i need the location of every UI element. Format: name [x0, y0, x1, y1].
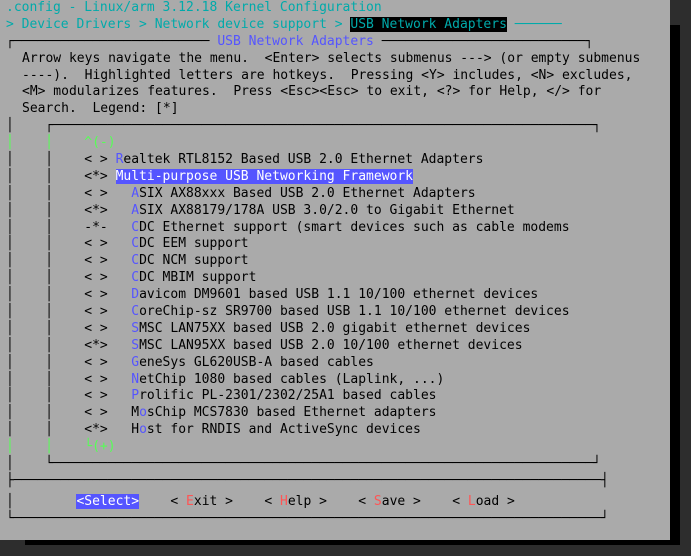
scroll-up-indicator[interactable]: │ │ ^(-): [6, 135, 664, 152]
save-button[interactable]: < Save >: [358, 494, 421, 509]
dialog-title: USB Network Adapters: [217, 34, 374, 49]
list-top-border: │ ┌─────────────────────────────────────…: [6, 118, 664, 135]
menu-item[interactable]: │ │ < > GeneSys GL620USB-A based cables: [6, 355, 664, 372]
menu-item[interactable]: │ │ < > CDC NCM support: [6, 253, 664, 270]
help-text: Arrow keys navigate the menu. <Enter> se…: [0, 51, 670, 119]
menu-item[interactable]: │ │ < > CDC EEM support: [6, 236, 664, 253]
menu-item[interactable]: │ │ <*> Multi-purpose USB Networking Fra…: [6, 169, 664, 186]
breadcrumb-current: USB Network Adapters: [350, 17, 507, 32]
list-bottom-border: │ └─────────────────────────────────────…: [6, 456, 664, 473]
menu-item[interactable]: │ │ < > NetChip 1080 based cables (Lapli…: [6, 372, 664, 389]
terminal-window: .config - Linux/arm 3.12.18 Kernel Confi…: [0, 0, 691, 556]
load-button[interactable]: < Load >: [452, 494, 515, 509]
dialog-top-border: ┌───────────────────────── USB Network A…: [0, 34, 670, 51]
exit-button[interactable]: < Exit >: [170, 494, 233, 509]
dialog-bottom-border: └───────────────────────────────────────…: [0, 511, 670, 528]
menu-item[interactable]: │ │ <*> ASIX AX88179/178A USB 3.0/2.0 to…: [6, 203, 664, 220]
config-title: .config - Linux/arm 3.12.18 Kernel Confi…: [0, 0, 670, 17]
breadcrumb-suffix: ──────: [507, 17, 562, 32]
button-row: │ <Select> < Exit > < Help > < Save > < …: [0, 490, 670, 511]
menu-item[interactable]: │ │ < > Realtek RTL8152 Based USB 2.0 Et…: [6, 152, 664, 169]
menu-item[interactable]: │ │ < > CoreChip-sz SR9700 based USB 1.1…: [6, 304, 664, 321]
menu-item[interactable]: │ │ < > SMSC LAN75XX based USB 2.0 gigab…: [6, 321, 664, 338]
button-top-border: ├───────────────────────────────────────…: [0, 473, 670, 490]
menuconfig-dialog: .config - Linux/arm 3.12.18 Kernel Confi…: [0, 0, 670, 540]
scroll-down-indicator[interactable]: │ │ └(+): [6, 439, 664, 456]
menu-item[interactable]: │ │ < > Prolific PL-2301/2302/25A1 based…: [6, 388, 664, 405]
menu-item[interactable]: │ │ < > Davicom DM9601 based USB 1.1 10/…: [6, 287, 664, 304]
select-button[interactable]: <Select>: [76, 494, 139, 509]
menu-item[interactable]: │ │ <*> SMSC LAN95XX based USB 2.0 10/10…: [6, 338, 664, 355]
help-button[interactable]: < Help >: [264, 494, 327, 509]
menu-item[interactable]: │ │ < > ASIX AX88xxx Based USB 2.0 Ether…: [6, 186, 664, 203]
breadcrumb-prefix: > Device Drivers > Network device suppor…: [6, 17, 350, 32]
breadcrumb: > Device Drivers > Network device suppor…: [0, 17, 670, 34]
menu-list[interactable]: │ │ < > Realtek RTL8152 Based USB 2.0 Et…: [6, 152, 664, 439]
menu-item[interactable]: │ │ -*- CDC Ethernet support (smart devi…: [6, 220, 664, 237]
menu-item[interactable]: │ │ <*> Host for RNDIS and ActiveSync de…: [6, 422, 664, 439]
menu-item[interactable]: │ │ < > CDC MBIM support: [6, 270, 664, 287]
menu-item[interactable]: │ │ < > MosChip MCS7830 based Ethernet a…: [6, 405, 664, 422]
